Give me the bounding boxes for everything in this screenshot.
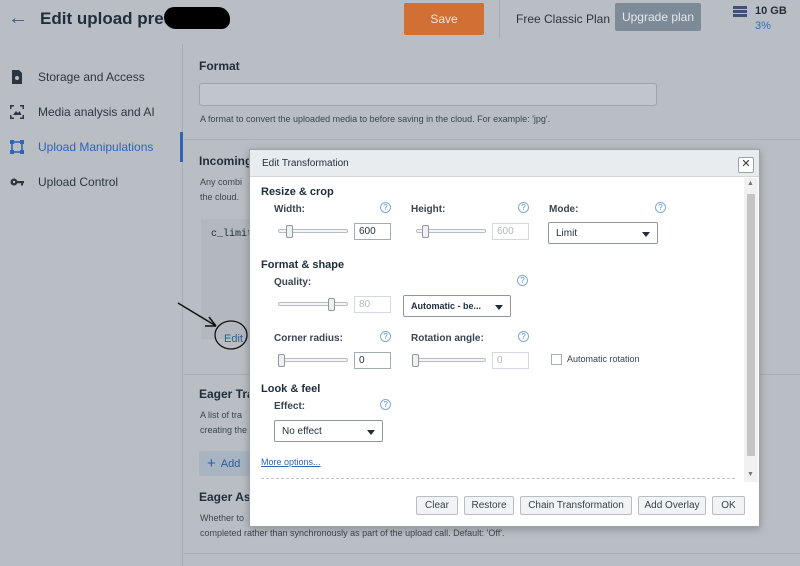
chevron-down-icon xyxy=(642,232,650,237)
chevron-down-icon xyxy=(367,430,375,435)
incoming-code: c_limit xyxy=(211,229,254,240)
plan-label: Free Classic Plan xyxy=(516,12,611,26)
add-label: Add xyxy=(220,457,241,470)
sidebar-item-upload-control[interactable]: Upload Control xyxy=(0,167,183,197)
image-scan-icon xyxy=(10,105,24,119)
upgrade-plan-button[interactable]: Upgrade plan xyxy=(615,3,701,31)
close-icon[interactable]: ✕ xyxy=(738,157,754,173)
more-options-link[interactable]: More options... xyxy=(261,457,321,467)
mode-value: Limit xyxy=(556,228,578,239)
scroll-down-icon[interactable]: ▼ xyxy=(747,471,754,478)
rotation-angle-input[interactable]: 0 xyxy=(492,352,529,369)
redaction-scribble xyxy=(164,7,230,29)
format-input[interactable] xyxy=(199,83,657,106)
top-header: ← Edit upload preset: Save Free Classic … xyxy=(0,0,800,44)
width-input[interactable]: 600 xyxy=(354,223,391,240)
clear-button[interactable]: Clear xyxy=(416,496,458,515)
back-arrow-icon[interactable]: ← xyxy=(8,8,28,28)
automatic-rotation-label: Automatic rotation xyxy=(567,354,640,364)
format-title: Format xyxy=(199,59,240,73)
quality-slider[interactable] xyxy=(278,298,348,311)
chevron-down-icon xyxy=(495,305,503,310)
mode-select[interactable]: Limit xyxy=(548,222,658,244)
section-divider xyxy=(184,553,800,554)
mode-label: Mode: xyxy=(549,204,579,215)
look-feel-title: Look & feel xyxy=(261,383,321,395)
effect-label: Effect: xyxy=(274,401,306,412)
scroll-up-icon[interactable]: ▲ xyxy=(747,180,754,187)
dialog-title: Edit Transformation xyxy=(262,158,349,169)
corner-radius-help-icon[interactable]: ? xyxy=(380,331,391,342)
chain-transformation-button[interactable]: Chain Transformation xyxy=(520,496,632,515)
height-help-icon[interactable]: ? xyxy=(518,202,529,213)
effect-select[interactable]: No effect xyxy=(274,420,383,442)
corner-radius-slider[interactable] xyxy=(278,354,348,367)
height-slider[interactable] xyxy=(416,225,486,238)
quality-help-icon[interactable]: ? xyxy=(517,275,528,286)
dialog-body: Resize & crop Width: ? 600 Height: ? 600… xyxy=(250,178,744,482)
sidebar-item-upload-manipulations[interactable]: Upload Manipulations xyxy=(0,132,183,162)
quality-select[interactable]: Automatic - be... xyxy=(403,295,511,317)
effect-value: No effect xyxy=(282,426,322,437)
add-overlay-button[interactable]: Add Overlay xyxy=(638,496,706,515)
incoming-help-line2: the cloud. xyxy=(200,192,240,202)
effect-help-icon[interactable]: ? xyxy=(380,399,391,410)
height-label: Height: xyxy=(411,204,446,215)
quality-input[interactable]: 80 xyxy=(354,296,391,313)
plus-icon: + xyxy=(207,454,216,472)
width-slider[interactable] xyxy=(278,225,348,238)
dialog-scrollbar[interactable]: ▲ ▼ xyxy=(744,178,758,482)
eager-help-line1: A list of tra xyxy=(200,410,243,420)
format-help: A format to convert the uploaded media t… xyxy=(200,114,551,124)
section-divider xyxy=(184,139,800,140)
dialog-header: Edit Transformation ✕ xyxy=(250,150,759,177)
scroll-thumb[interactable] xyxy=(747,194,755,456)
corner-radius-input[interactable]: 0 xyxy=(354,352,391,369)
automatic-rotation-checkbox[interactable] xyxy=(551,354,562,365)
sidebar-item-label: Upload Manipulations xyxy=(38,140,154,154)
width-label: Width: xyxy=(274,204,306,215)
sidebar-item-label: Storage and Access xyxy=(38,70,145,84)
sidebar-item-label: Media analysis and AI xyxy=(38,105,155,119)
height-input[interactable]: 600 xyxy=(492,223,529,240)
edit-transformation-dialog: Edit Transformation ✕ Resize & crop Widt… xyxy=(249,149,760,527)
storage-amount: 10 GB xyxy=(755,5,787,17)
ok-button[interactable]: OK xyxy=(712,496,745,515)
format-shape-title: Format & shape xyxy=(261,259,345,271)
dialog-footer: Clear Restore Chain Transformation Add O… xyxy=(250,483,759,526)
rotation-angle-slider[interactable] xyxy=(412,354,486,367)
dashed-divider xyxy=(261,478,735,479)
mode-help-icon[interactable]: ? xyxy=(655,202,666,213)
width-help-icon[interactable]: ? xyxy=(380,202,391,213)
rotation-angle-label: Rotation angle: xyxy=(411,333,484,344)
save-button[interactable]: Save xyxy=(404,3,484,35)
eager-async-help-line1: Whether to xyxy=(200,513,245,523)
storage-icon xyxy=(733,6,747,20)
quality-label: Quality: xyxy=(274,277,312,288)
storage-percent[interactable]: 3% xyxy=(755,20,771,32)
corner-radius-label: Corner radius: xyxy=(274,333,343,344)
resize-crop-title: Resize & crop xyxy=(261,186,334,198)
rotation-angle-help-icon[interactable]: ? xyxy=(518,331,529,342)
restore-button[interactable]: Restore xyxy=(464,496,514,515)
annotation-arrow-icon xyxy=(177,302,248,350)
crop-frame-icon xyxy=(10,140,24,154)
file-gear-icon xyxy=(12,70,22,84)
key-icon xyxy=(10,178,24,186)
eager-help-line2: creating the xyxy=(200,425,248,435)
incoming-title: Incoming xyxy=(199,154,253,168)
header-divider xyxy=(499,0,500,38)
sidebar: Storage and Access Media analysis and AI… xyxy=(0,44,183,566)
sidebar-item-storage-access[interactable]: Storage and Access xyxy=(0,62,183,92)
eager-async-help-line2: completed rather than synchronously as p… xyxy=(200,528,505,538)
incoming-help-line1: Any combi xyxy=(200,177,243,187)
sidebar-item-media-analysis[interactable]: Media analysis and AI xyxy=(0,97,183,127)
sidebar-item-label: Upload Control xyxy=(38,175,119,189)
quality-select-value: Automatic - be... xyxy=(411,301,482,311)
